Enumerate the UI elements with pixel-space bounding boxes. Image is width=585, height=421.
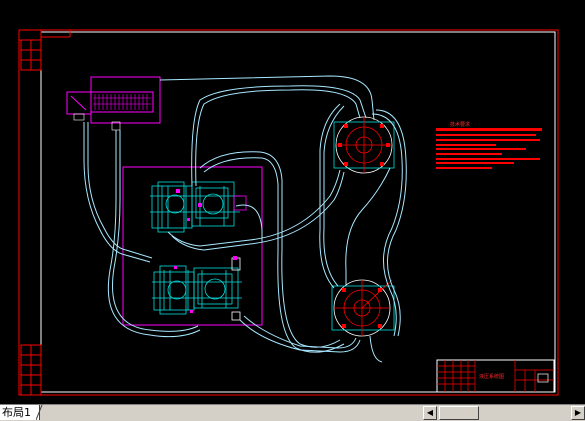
pump-viewport <box>122 166 263 326</box>
titleblock-drawing-name: 液压系统图 <box>479 374 505 380</box>
tab-layout1[interactable]: 布局1 <box>0 405 40 420</box>
scroll-right-arrow-icon[interactable]: ▶ <box>571 406 585 420</box>
technical-notes <box>436 128 542 169</box>
drawing-canvas[interactable]: 技术要求 液压系统图 <box>0 0 585 404</box>
pump-assembly-lower <box>152 257 242 321</box>
pump-upper-markers <box>176 189 202 221</box>
layout-tab-bar: 布局1 ◀ ▶ <box>0 404 585 421</box>
corner-label-box <box>18 29 42 41</box>
horizontal-scrollbar[interactable]: ◀ ▶ <box>423 406 585 420</box>
pump-lower-markers <box>174 256 237 313</box>
hydraulic-motor-lower <box>331 279 395 337</box>
scroll-thumb[interactable] <box>439 406 479 420</box>
oil-tank <box>66 76 161 131</box>
cad-drawing <box>18 29 559 396</box>
scroll-left-arrow-icon[interactable]: ◀ <box>423 406 437 420</box>
hydraulic-hoses <box>83 75 407 363</box>
outer-frame <box>18 29 559 396</box>
hydraulic-motor-upper <box>333 116 395 174</box>
tab-edge <box>36 405 43 420</box>
left-margin-boxes <box>20 39 42 396</box>
notes-title: 技术要求 <box>450 122 471 128</box>
